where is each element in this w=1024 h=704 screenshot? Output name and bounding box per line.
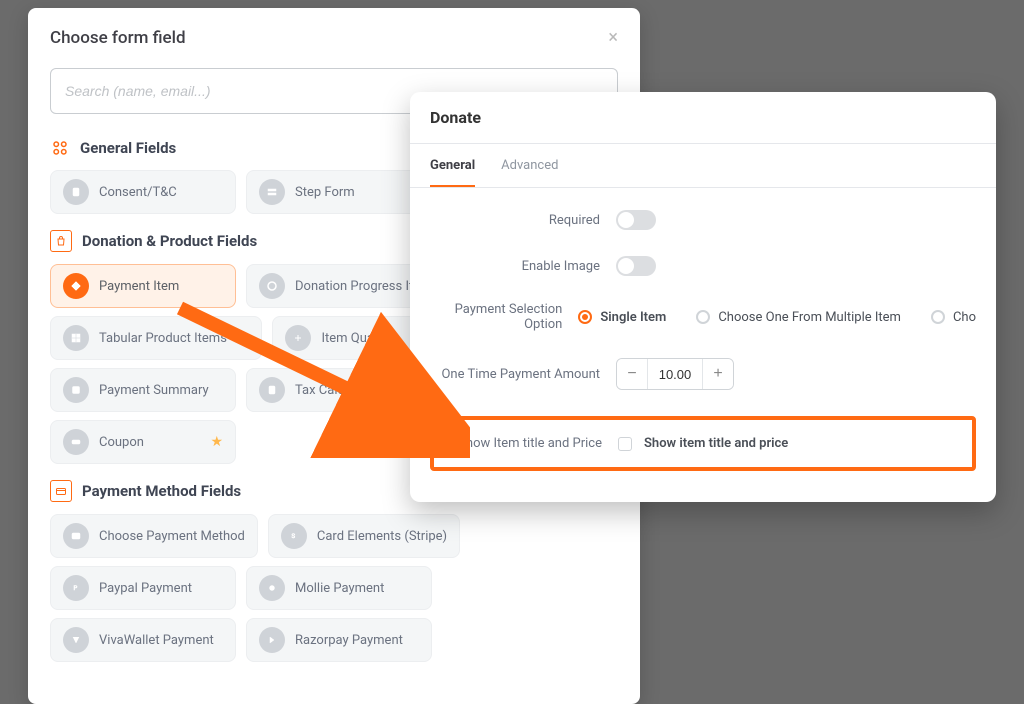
list-icon: [63, 377, 89, 403]
radio-label: Single Item: [600, 310, 666, 325]
section-title: General Fields: [80, 139, 176, 157]
bag-icon: [50, 230, 72, 252]
chip-choose-method[interactable]: Choose Payment Method: [50, 514, 258, 558]
paypal-icon: P: [63, 575, 89, 601]
chip-consent[interactable]: Consent/T&C: [50, 170, 236, 214]
chip-payment-summary[interactable]: Payment Summary: [50, 368, 236, 412]
checkbox-label: Show item title and price: [644, 436, 788, 451]
label-enable-image: Enable Image: [430, 259, 600, 274]
chip-label: Razorpay Payment: [295, 633, 403, 648]
chip-payment-item[interactable]: Payment Item: [50, 264, 236, 308]
tag-icon: [63, 273, 89, 299]
label-amount: One Time Payment Amount: [430, 367, 600, 382]
radio-dot-icon: [696, 310, 710, 324]
label-required: Required: [430, 213, 600, 228]
toggle-enable-image[interactable]: [616, 256, 656, 276]
stepper-minus[interactable]: −: [617, 359, 647, 389]
razorpay-icon: [259, 627, 285, 653]
mollie-icon: [259, 575, 285, 601]
grid-icon: [50, 138, 70, 158]
stripe-icon: S: [281, 523, 307, 549]
section-title: Payment Method Fields: [82, 482, 241, 500]
radio-label: Choose One From Multiple Item: [718, 310, 901, 325]
vivawallet-icon: [63, 627, 89, 653]
tab-advanced[interactable]: Advanced: [501, 158, 558, 187]
row-required: Required: [430, 210, 976, 230]
settings: Required Enable Image Payment Selection …: [410, 188, 996, 479]
chip-coupon[interactable]: Coupon ★: [50, 420, 236, 464]
steps-icon: [259, 179, 285, 205]
card-icon: [50, 480, 72, 502]
wallet-icon: [63, 523, 89, 549]
amount-input[interactable]: [647, 359, 703, 389]
label-selection: Payment Selection Option: [430, 302, 562, 332]
chip-label: Payment Summary: [99, 383, 209, 398]
chip-viva[interactable]: VivaWallet Payment: [50, 618, 236, 662]
radio-cho[interactable]: Cho: [931, 310, 976, 325]
chip-label: Card Elements (Stripe): [317, 529, 447, 544]
progress-icon: [259, 273, 285, 299]
row-amount: One Time Payment Amount − +: [430, 358, 976, 390]
highlight-show-item: Show Item title and Price Show item titl…: [430, 416, 976, 471]
chip-label: Payment Item: [99, 279, 179, 294]
checkbox-show-item[interactable]: [618, 437, 632, 451]
tab-general[interactable]: General: [430, 158, 475, 187]
star-icon[interactable]: ★: [210, 434, 223, 450]
toggle-required[interactable]: [616, 210, 656, 230]
row-enable-image: Enable Image: [430, 256, 976, 276]
chip-label: Step Form: [295, 185, 355, 200]
star-icon[interactable]: ★: [237, 330, 250, 346]
radio-group-selection: Single Item Choose One From Multiple Ite…: [578, 310, 976, 325]
donate-panel: Donate General Advanced Required Enable …: [410, 92, 996, 502]
chip-label: VivaWallet Payment: [99, 633, 214, 648]
chip-razorpay[interactable]: Razorpay Payment: [246, 618, 432, 662]
chip-mollie[interactable]: Mollie Payment: [246, 566, 432, 610]
section-title: Donation & Product Fields: [82, 232, 257, 250]
chip-label: Consent/T&C: [99, 185, 177, 200]
calc-icon: [259, 377, 285, 403]
radio-single-item[interactable]: Single Item: [578, 310, 666, 325]
radio-label: Cho: [953, 310, 976, 325]
modal-header: Choose form field ×: [50, 28, 618, 48]
svg-text:S: S: [291, 533, 295, 540]
tabs: General Advanced: [410, 144, 996, 188]
svg-text:P: P: [74, 585, 78, 592]
chip-step-form[interactable]: Step Form: [246, 170, 432, 214]
modal-title: Choose form field: [50, 28, 186, 48]
donate-title: Donate: [410, 92, 996, 144]
chip-label: Paypal Payment: [99, 581, 192, 596]
payment-chips: Choose Payment Method S Card Elements (S…: [50, 514, 618, 662]
chip-tabular[interactable]: Tabular Product Items ★: [50, 316, 262, 360]
label-show-item: Show Item title and Price: [454, 436, 602, 451]
radio-dot-icon: [578, 310, 592, 324]
chip-label: Tabular Product Items: [99, 331, 227, 346]
chip-label: Mollie Payment: [295, 581, 384, 596]
table-icon: [63, 325, 89, 351]
radio-multiple-item[interactable]: Choose One From Multiple Item: [696, 310, 901, 325]
chip-label: Item Quantity: [321, 331, 399, 346]
radio-dot-icon: [931, 310, 945, 324]
chip-paypal[interactable]: P Paypal Payment: [50, 566, 236, 610]
row-selection: Payment Selection Option Single Item Cho…: [430, 302, 976, 332]
chip-label: Coupon: [99, 435, 144, 450]
chip-card-elements[interactable]: S Card Elements (Stripe): [268, 514, 460, 558]
document-icon: [63, 179, 89, 205]
close-icon[interactable]: ×: [608, 29, 618, 47]
ticket-icon: [63, 429, 89, 455]
chip-label: Choose Payment Method: [99, 529, 245, 544]
amount-stepper: − +: [616, 358, 734, 390]
stepper-plus[interactable]: +: [703, 359, 733, 389]
plus-minus-icon: [285, 325, 311, 351]
